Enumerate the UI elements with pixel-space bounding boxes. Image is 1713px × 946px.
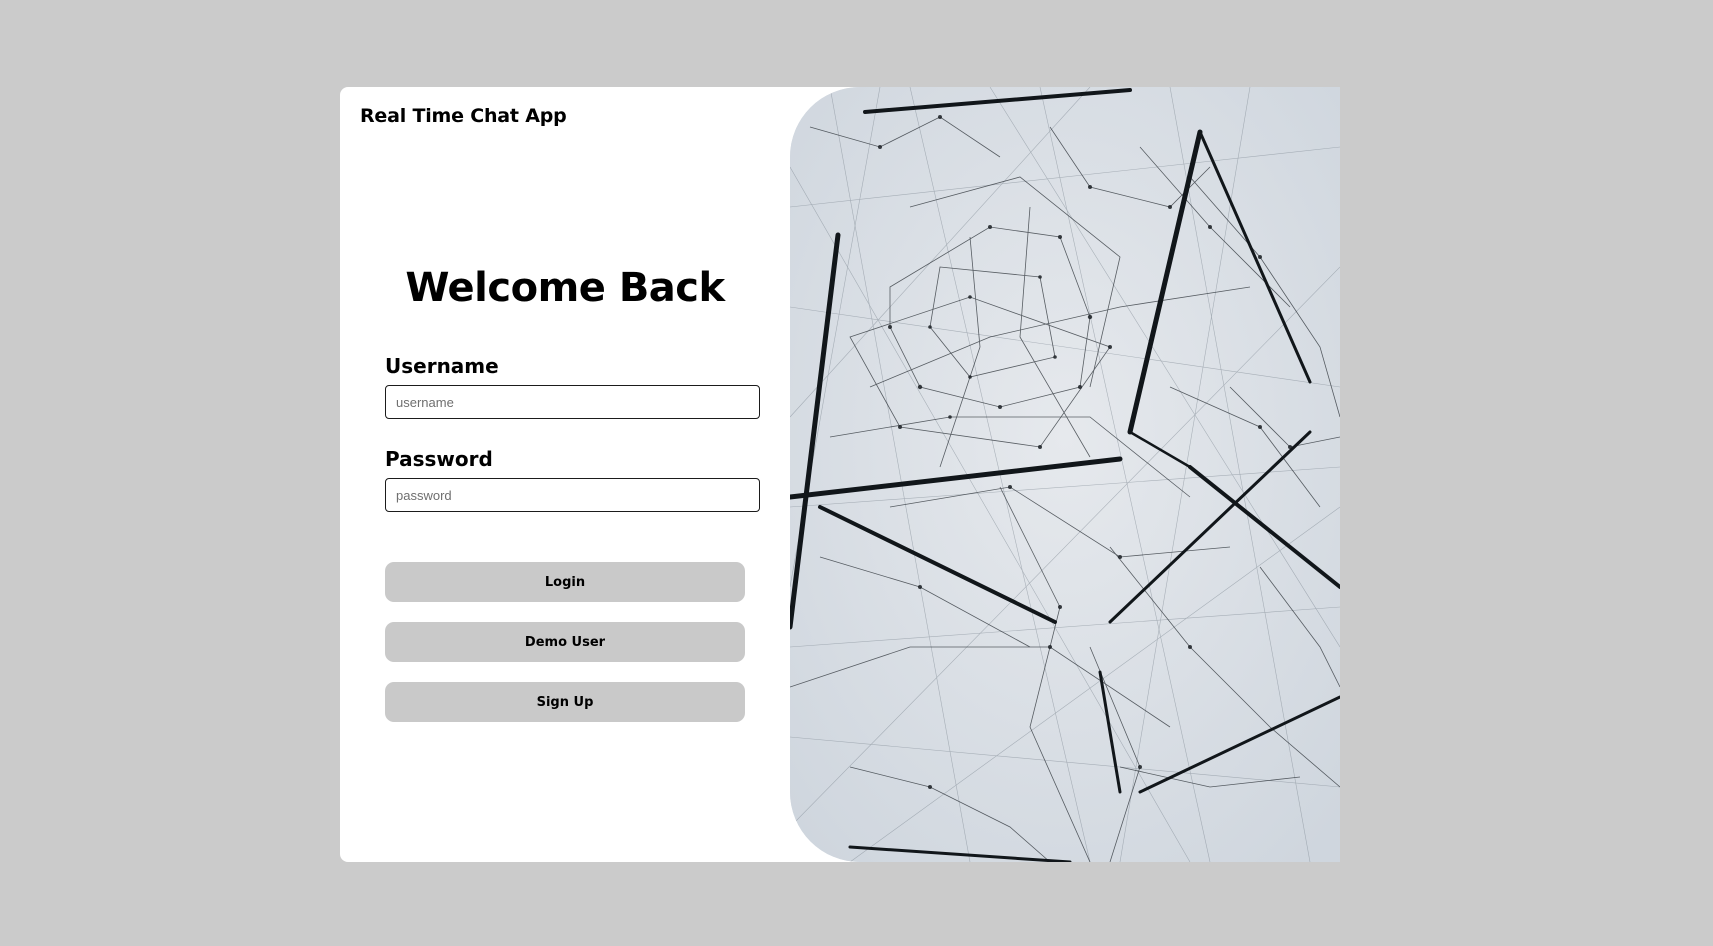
username-label: Username — [385, 354, 499, 378]
welcome-heading: Welcome Back — [405, 265, 725, 311]
login-card: Real Time Chat App Welcome Back Username… — [340, 87, 1340, 862]
network-web-photo-icon — [790, 87, 1340, 862]
username-input[interactable] — [385, 385, 760, 419]
app-title: Real Time Chat App — [360, 105, 567, 127]
demo-user-button[interactable]: Demo User — [385, 622, 745, 662]
login-button[interactable]: Login — [385, 562, 745, 602]
network-web-image — [790, 87, 1340, 862]
password-input[interactable] — [385, 478, 760, 512]
password-label: Password — [385, 447, 493, 471]
sign-up-button[interactable]: Sign Up — [385, 682, 745, 722]
